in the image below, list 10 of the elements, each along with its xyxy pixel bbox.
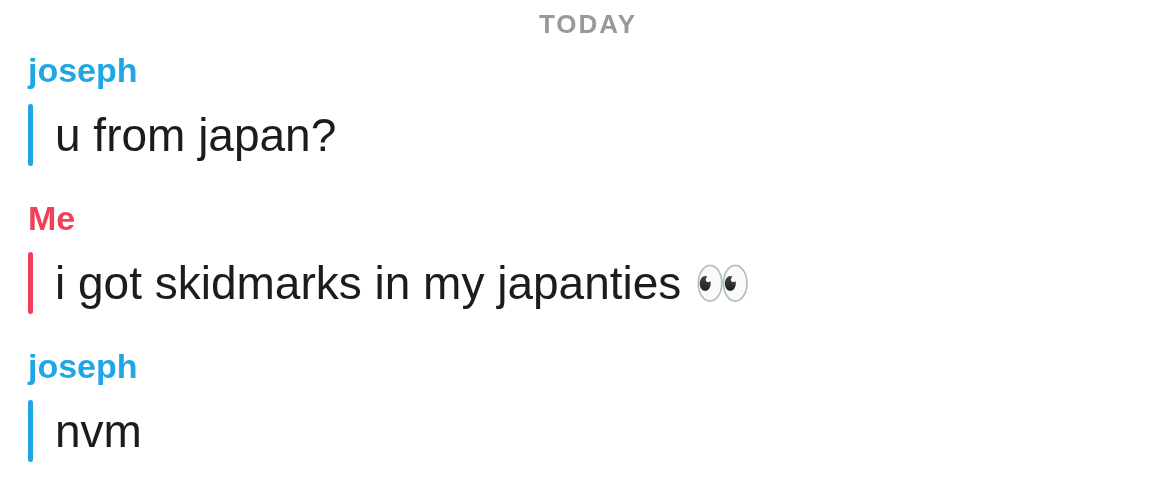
sender-name: joseph <box>28 346 138 386</box>
sender-name: joseph <box>28 50 138 90</box>
sender-name: Me <box>28 198 76 238</box>
date-header: TODAY <box>538 8 638 40</box>
message-bar <box>28 400 33 462</box>
message-bar <box>28 104 33 166</box>
message-text: i got skidmarks in my japanties 👀 <box>55 256 752 311</box>
message-text: nvm <box>55 404 142 459</box>
message-text: u from japan? <box>55 108 337 163</box>
message-bar <box>28 252 33 314</box>
